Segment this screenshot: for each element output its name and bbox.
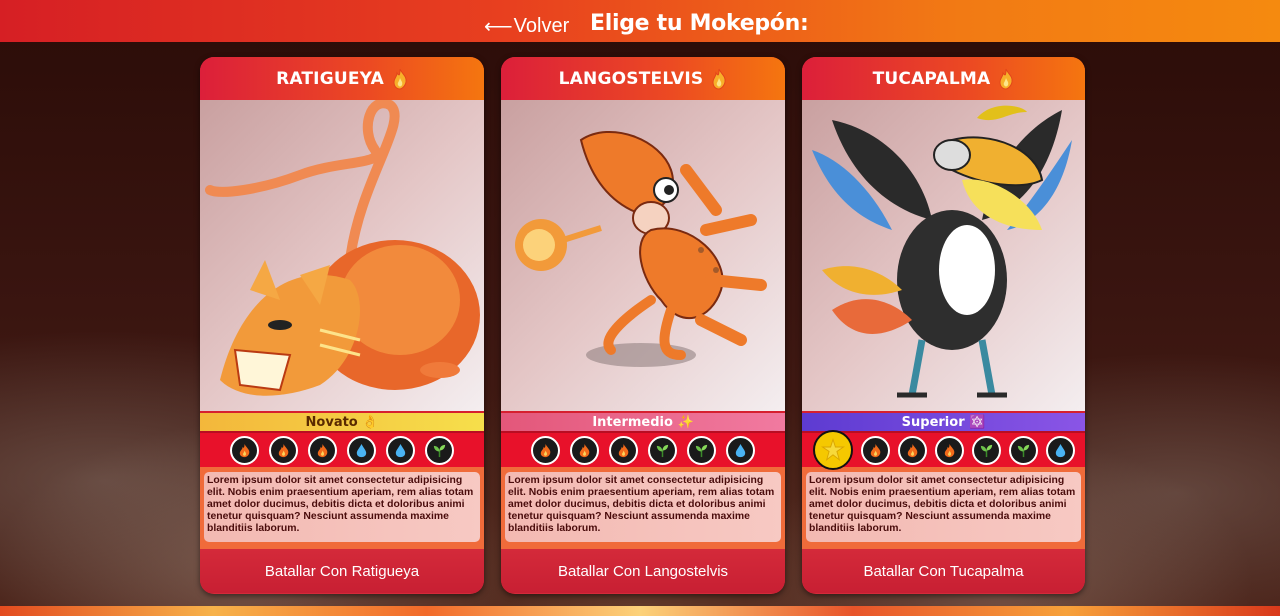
- fire-icon: [897, 435, 927, 465]
- special-icon: [812, 430, 853, 470]
- back-label: Volver: [513, 15, 570, 37]
- attack-list: [200, 431, 484, 467]
- mokepon-card-tucapalma[interactable]: TUCAPALMA Superior 🔯 Lorem ipsum dolor s…: [802, 57, 1085, 594]
- fire-strip: [0, 606, 1280, 616]
- plant-icon: [425, 435, 454, 465]
- mokepon-description: Lorem ipsum dolor sit amet consectetur a…: [204, 472, 480, 542]
- tier-badge: Novato 👌: [200, 411, 484, 431]
- plant-icon: [687, 435, 716, 465]
- card-header: TUCAPALMA: [802, 57, 1085, 100]
- battle-button[interactable]: Batallar Con Ratigueya: [200, 549, 484, 593]
- top-bar: ⟵ Volver Elige tu Mokepón:: [0, 0, 1280, 42]
- water-icon: [347, 435, 376, 465]
- mokepon-card-langostelvis[interactable]: LANGOSTELVIS Intermedio ✨ Lorem ipsum do…: [501, 57, 785, 594]
- card-header: LANGOSTELVIS: [501, 57, 785, 100]
- fire-icon: [860, 435, 890, 465]
- description-panel: Lorem ipsum dolor sit amet consectetur a…: [802, 467, 1085, 543]
- fire-icon: [230, 435, 259, 465]
- back-button[interactable]: ⟵ Volver: [484, 14, 569, 39]
- mokepon-card-ratigueya[interactable]: RATIGUEYA Novato 👌 Lorem ipsum dolor sit…: [200, 57, 484, 594]
- attack-list: [802, 430, 1085, 470]
- tier-badge: Intermedio ✨: [501, 411, 785, 431]
- attack-list: [501, 431, 785, 467]
- mokepon-description: Lorem ipsum dolor sit amet consectetur a…: [505, 472, 781, 542]
- mokepon-name: TUCAPALMA: [872, 68, 991, 89]
- description-panel: Lorem ipsum dolor sit amet consectetur a…: [200, 467, 484, 543]
- plant-icon: [1008, 435, 1038, 465]
- fire-icon: [609, 435, 638, 465]
- mokepon-name: RATIGUEYA: [276, 68, 384, 89]
- fire-icon: [269, 435, 298, 465]
- description-panel: Lorem ipsum dolor sit amet consectetur a…: [501, 467, 785, 543]
- fire-icon: [934, 435, 964, 465]
- battle-button[interactable]: Batallar Con Tucapalma: [802, 549, 1085, 593]
- card-header: RATIGUEYA: [200, 57, 484, 100]
- mokepon-card-list: RATIGUEYA Novato 👌 Lorem ipsum dolor sit…: [200, 57, 1085, 594]
- page-title: Elige tu Mokepón:: [590, 11, 809, 36]
- mokepon-description: Lorem ipsum dolor sit amet consectetur a…: [806, 472, 1081, 542]
- flame-icon: [711, 68, 727, 90]
- fire-icon: [531, 435, 560, 465]
- arrow-left-icon: ⟵: [484, 16, 513, 38]
- mokepon-image: [200, 100, 484, 411]
- mokepon-name: LANGOSTELVIS: [558, 68, 704, 89]
- water-icon: [1045, 435, 1075, 465]
- water-icon: [726, 435, 755, 465]
- plant-icon: [648, 435, 677, 465]
- plant-icon: [971, 435, 1001, 465]
- water-icon: [386, 435, 415, 465]
- fire-icon: [308, 435, 337, 465]
- flame-icon: [998, 68, 1014, 90]
- tier-badge: Superior 🔯: [802, 411, 1085, 431]
- battle-button[interactable]: Batallar Con Langostelvis: [501, 549, 785, 593]
- flame-icon: [392, 68, 408, 90]
- mokepon-image: [501, 100, 785, 411]
- mokepon-image: [802, 100, 1085, 411]
- fire-icon: [570, 435, 599, 465]
